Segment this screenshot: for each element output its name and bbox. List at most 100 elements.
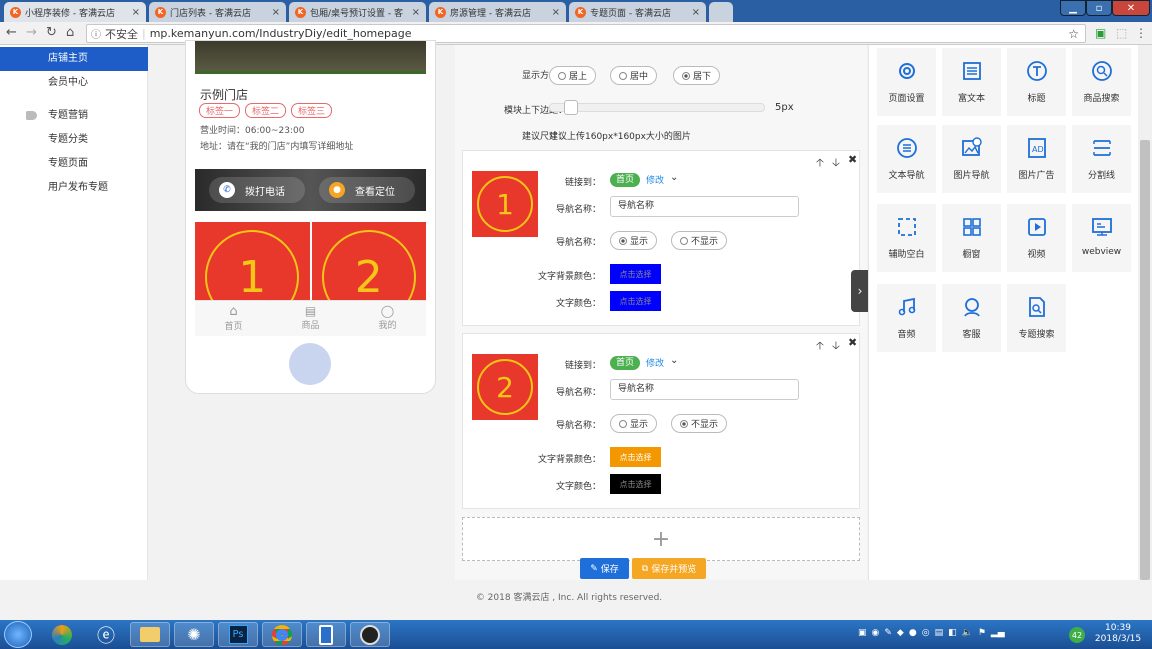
volume-icon[interactable]: 🔈 (962, 628, 973, 638)
app-icon[interactable]: ✺ (174, 622, 214, 647)
phone-app-icon[interactable] (306, 622, 346, 647)
network-icon[interactable]: ▂▄ (991, 628, 1005, 638)
close-icon[interactable]: × (552, 7, 560, 18)
widget-divider[interactable]: 分割线 (1072, 125, 1131, 193)
star-icon[interactable]: ☆ (1068, 27, 1079, 41)
hide-option[interactable]: 不显示 (671, 231, 728, 250)
widget-webview[interactable]: webview (1072, 204, 1131, 272)
tray-icon[interactable]: ◆ (897, 628, 904, 638)
folder-icon[interactable] (130, 622, 170, 647)
widget-title[interactable]: 标题 (1007, 48, 1066, 116)
sidebar-item-member-center[interactable]: 会员中心 (0, 71, 148, 95)
tab-store-list[interactable]: K 门店列表 - 客满云店 × (149, 2, 286, 22)
extension-icon[interactable]: ⬚ (1116, 26, 1127, 40)
nav-image-thumbnail[interactable]: 2 (472, 354, 538, 420)
save-preview-button[interactable]: ⧉ 保存并预览 (632, 558, 706, 579)
widget-gear[interactable]: 页面设置 (877, 48, 936, 116)
margin-slider[interactable] (549, 100, 765, 115)
text-color-picker[interactable]: 点击选择 (610, 474, 661, 494)
clock[interactable]: 10:39 2018/3/15 (1094, 623, 1142, 645)
home-icon[interactable]: ⌂ (66, 25, 74, 40)
tab-room-management[interactable]: K 房源管理 - 客满云店 × (429, 2, 566, 22)
close-icon[interactable]: × (692, 7, 700, 18)
chevron-down-icon[interactable]: ⌄ (670, 355, 678, 366)
tray-badge[interactable]: 42 (1069, 627, 1085, 643)
sidebar-item-topic-page[interactable]: 专题页面 (0, 152, 148, 176)
close-icon[interactable]: × (132, 7, 140, 18)
move-up-icon[interactable]: 🡡 (816, 154, 824, 173)
display-option-bottom[interactable]: 居下 (673, 66, 721, 85)
display-option-top[interactable]: 居上 (549, 66, 597, 85)
widget-text-nav[interactable]: 文本导航 (877, 125, 936, 193)
back-arrow-icon[interactable]: ← (6, 25, 17, 40)
sidebar-item-topic-category[interactable]: 专题分类 (0, 128, 148, 152)
widget-video[interactable]: 视频 (1007, 204, 1066, 272)
move-down-icon[interactable]: 🡣 (832, 154, 840, 173)
minimize-button[interactable]: ▁ (1060, 0, 1086, 16)
move-up-icon[interactable]: 🡡 (816, 337, 824, 356)
page-scrollbar[interactable] (1138, 45, 1152, 580)
widget-image-nav[interactable]: 图片导航 (942, 125, 1001, 193)
bottom-nav-home[interactable]: ⌂ 首页 (195, 301, 272, 336)
widget-audio[interactable]: 音频 (877, 284, 936, 352)
show-option[interactable]: 显示 (610, 231, 658, 250)
home-button[interactable] (289, 343, 331, 385)
ie-icon[interactable]: ⓔ (86, 622, 126, 647)
widget-rich-text[interactable]: 富文本 (942, 48, 1001, 116)
widget-blank[interactable]: 辅助空白 (877, 204, 936, 272)
photoshop-icon[interactable]: Ps (218, 622, 258, 647)
tray-icon[interactable]: ✎ (884, 628, 892, 638)
window-close-button[interactable]: ✕ (1112, 0, 1150, 16)
tray-icon[interactable]: ◎ (922, 628, 930, 638)
tray-icon[interactable]: ◧ (948, 628, 957, 638)
sidebar-item-user-topic[interactable]: 用户发布专题 (0, 176, 148, 200)
start-button[interactable] (4, 621, 32, 648)
close-icon[interactable]: × (412, 7, 420, 18)
reload-icon[interactable]: ↻ (46, 25, 57, 40)
nav-name-input[interactable]: 导航名称 (610, 196, 799, 217)
hide-option[interactable]: 不显示 (671, 414, 728, 433)
nav-image-thumbnail[interactable]: 1 (472, 171, 538, 237)
widget-image-ad[interactable]: AD 图片广告 (1007, 125, 1066, 193)
chevron-down-icon[interactable]: ⌄ (670, 172, 678, 183)
scrollbar-thumb[interactable] (1140, 140, 1150, 580)
bottom-nav-goods[interactable]: ▤ 商品 (272, 301, 349, 336)
show-option[interactable]: 显示 (610, 414, 658, 433)
nav-name-input[interactable]: 导航名称 (610, 379, 799, 400)
bg-color-picker[interactable]: 点击选择 (610, 447, 661, 467)
widget-topic-search[interactable]: 专题搜索 (1007, 284, 1066, 352)
widget-search[interactable]: 商品搜索 (1072, 48, 1131, 116)
bg-color-picker[interactable]: 点击选择 (610, 264, 661, 284)
move-down-icon[interactable]: 🡣 (832, 337, 840, 356)
tray-icon[interactable]: ◉ (872, 628, 880, 638)
delete-icon[interactable]: ✖ (848, 153, 857, 166)
widget-service[interactable]: 客服 (942, 284, 1001, 352)
tab-decoration[interactable]: K 小程序装修 - 客满云店 × (4, 2, 146, 22)
call-button[interactable]: ✆ 拨打电话 (209, 177, 305, 203)
add-nav-item-button[interactable]: + (462, 517, 860, 561)
close-icon[interactable]: × (272, 7, 280, 18)
sidebar-item-topic-marketing[interactable]: 专题营销 (0, 104, 148, 128)
modify-link[interactable]: 修改 (646, 356, 664, 369)
widget-showcase[interactable]: 橱窗 (942, 204, 1001, 272)
tray-icon[interactable]: ● (909, 628, 917, 638)
tab-booking-settings[interactable]: K 包厢/桌号预订设置 - 客 × (289, 2, 426, 22)
tray-icon[interactable]: ▣ (858, 628, 867, 638)
delete-icon[interactable]: ✖ (848, 336, 857, 349)
chrome-icon[interactable] (262, 622, 302, 647)
text-color-picker[interactable]: 点击选择 (610, 291, 661, 311)
bottom-nav-mine[interactable]: ◯ 我的 (349, 301, 426, 336)
sidebar-item-store-home[interactable]: 店铺主页 (0, 47, 148, 71)
tab-topic-page[interactable]: K 专题页面 - 客满云店 × (569, 2, 706, 22)
menu-dots-icon[interactable]: ⋮ (1135, 26, 1147, 40)
tray-icon[interactable]: ▤ (935, 628, 944, 638)
flag-icon[interactable]: ⚑ (978, 628, 986, 638)
maximize-button[interactable]: ▫ (1086, 0, 1112, 16)
collapse-panel-handle[interactable]: › (851, 270, 869, 312)
forward-arrow-icon[interactable]: → (26, 25, 37, 40)
modify-link[interactable]: 修改 (646, 173, 664, 186)
display-option-middle[interactable]: 居中 (610, 66, 658, 85)
slider-handle[interactable] (564, 100, 578, 115)
obs-icon[interactable] (350, 622, 390, 647)
extension-icon[interactable]: ▣ (1095, 26, 1106, 40)
